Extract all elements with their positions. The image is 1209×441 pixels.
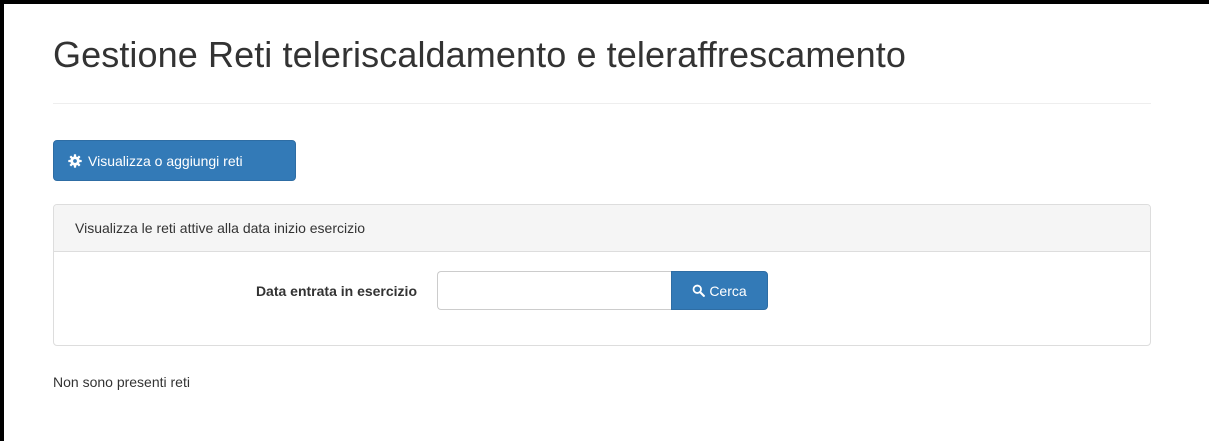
gear-icon (68, 153, 82, 168)
filter-panel-heading: Visualizza le reti attive alla data iniz… (54, 205, 1150, 252)
search-button-label: Cerca (709, 282, 747, 299)
page-title: Gestione Reti teleriscaldamento e telera… (53, 34, 906, 75)
empty-results-message: Non sono presenti reti (53, 374, 190, 390)
view-add-networks-button[interactable]: Visualizza o aggiungi reti (53, 140, 296, 181)
view-add-networks-label: Visualizza o aggiungi reti (88, 152, 243, 169)
filter-panel-heading-text: Visualizza le reti attive alla data iniz… (75, 220, 365, 236)
window-left-border (0, 0, 4, 441)
start-date-label: Data entrata in esercizio (255, 283, 417, 299)
search-icon (692, 284, 706, 297)
start-date-input[interactable] (437, 271, 671, 310)
window-top-border (0, 0, 1209, 4)
search-button[interactable]: Cerca (671, 271, 768, 310)
filter-panel: Visualizza le reti attive alla data iniz… (53, 204, 1151, 346)
title-divider (53, 103, 1151, 104)
